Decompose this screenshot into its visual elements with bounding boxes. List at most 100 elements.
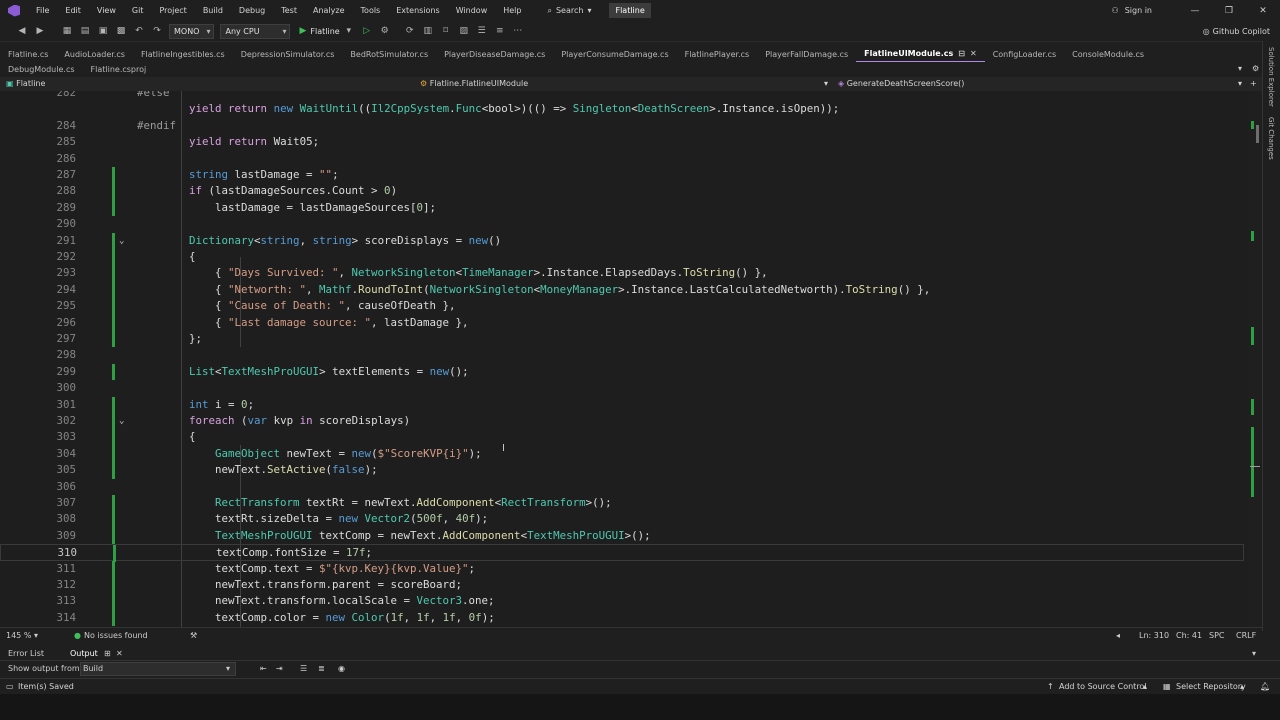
dropdown-up-icon[interactable]: ▴ [1240, 679, 1244, 695]
scroll-thumb[interactable] [1256, 125, 1259, 143]
code-line[interactable]: 305 newText.SetActive(false); [0, 462, 1244, 479]
code-line[interactable]: 309 TextMeshProUGUI textComp = newText.A… [0, 527, 1244, 545]
code-line[interactable]: 307 RectTransform textRt = newText.AddCo… [0, 495, 1244, 512]
code-line[interactable]: 282 #else [0, 91, 1244, 101]
code-line[interactable]: 314 textComp.color = new Color(1f, 1f, 1… [0, 609, 1244, 627]
member-dropdown[interactable]: ◈ GenerateDeathScreenScore() [838, 77, 1238, 91]
indent-icon[interactable]: ☰ [474, 23, 490, 39]
code-line[interactable]: 308 textRt.sizeDelta = new Vector2(500f,… [0, 511, 1244, 528]
class-dropdown[interactable]: ⚙ Flatline.FlatlineUIModule [420, 77, 820, 91]
document-tab[interactable]: FlatlinePlayer.cs [677, 47, 758, 62]
code-line[interactable]: 290 [0, 216, 1244, 232]
member-dropdown-chevron-icon[interactable]: ▾ [824, 77, 828, 91]
menu-item-view[interactable]: View [89, 0, 124, 21]
clear-all-icon[interactable]: ☰ [300, 661, 307, 676]
code-line[interactable]: 288 if (lastDamageSources.Count > 0) [0, 183, 1244, 200]
code-line[interactable]: 284 #endif [0, 118, 1244, 134]
zoom-level[interactable]: 145 % [6, 628, 31, 643]
menu-item-debug[interactable]: Debug [231, 0, 273, 21]
code-line[interactable]: 298 [0, 347, 1244, 363]
code-line[interactable]: 295 { "Cause of Death: ", causeOfDeath }… [0, 298, 1244, 315]
code-line[interactable]: 303 { [0, 429, 1244, 446]
chevron-down-icon[interactable]: ▾ [341, 23, 357, 39]
select-repository-button[interactable]: Select Repository [1176, 679, 1246, 695]
project-dropdown[interactable]: ▣ Flatline [6, 77, 406, 91]
menu-item-git[interactable]: Git [124, 0, 152, 21]
code-line[interactable]: yield return new WaitUntil((Il2CppSystem… [0, 101, 1244, 117]
tab-list-dropdown-icon[interactable]: ▾ [1238, 64, 1242, 73]
undo-icon[interactable]: ↶ [131, 23, 147, 39]
code-line[interactable]: 291 ⌄ Dictionary<string, string> scoreDis… [0, 232, 1244, 249]
toolbar-overflow-icon[interactable]: ⋯ [510, 23, 526, 39]
menu-item-build[interactable]: Build [195, 0, 231, 21]
code-line[interactable]: 294 { "Networth: ", Mathf.RoundToInt(Net… [0, 281, 1244, 299]
save-icon[interactable]: ▣ [95, 23, 111, 39]
document-tab[interactable]: FlatlineUIModule.cs ⊟ ✕ [856, 45, 985, 63]
start-target-button[interactable]: Flatline [310, 27, 339, 36]
document-tab[interactable]: PlayerDiseaseDamage.cs [436, 47, 553, 62]
menu-item-extensions[interactable]: Extensions [388, 0, 447, 21]
menu-item-edit[interactable]: Edit [57, 0, 89, 21]
document-tab[interactable]: BedRotSimulator.cs [342, 47, 436, 62]
github-copilot-button[interactable]: ◎ Github Copilot [1203, 27, 1270, 36]
whitespace-status[interactable]: SPC [1209, 628, 1225, 643]
back-icon[interactable]: ◀ [14, 23, 30, 39]
menu-item-window[interactable]: Window [448, 0, 496, 21]
debug-target-icon[interactable]: ⚙ [377, 23, 393, 39]
menu-item-analyze[interactable]: Analyze [305, 0, 353, 21]
git-changes-tab[interactable]: Git Changes [1267, 117, 1275, 160]
open-folder-icon[interactable]: ▤ [77, 23, 93, 39]
pin-tab-icon[interactable]: ⊟ [958, 49, 965, 58]
code-editor[interactable]: 282 #else yield return new WaitUntil((Il2… [0, 91, 1248, 627]
issues-status[interactable]: No issues found [84, 628, 148, 643]
toggle-scroll-icon[interactable]: ◉ [338, 661, 345, 676]
platform-dropdown[interactable]: Any CPU [220, 23, 291, 39]
document-tab[interactable]: Flatline.csproj [83, 62, 155, 77]
document-tab[interactable]: ConfigLoader.cs [985, 47, 1064, 62]
document-tab[interactable]: Flatline.cs [0, 47, 56, 62]
start-without-debugging-icon[interactable]: ▷ [359, 23, 375, 39]
code-line[interactable]: 312 newText.transform.parent = scoreBoar… [0, 577, 1244, 594]
code-line[interactable]: 311 textComp.text = $"{kvp.Key}{kvp.Valu… [0, 560, 1244, 577]
code-line[interactable]: 299 List<TextMeshProUGUI> textElements =… [0, 363, 1244, 381]
browser-link-icon[interactable]: ⟳ [402, 23, 418, 39]
gear-icon[interactable]: ⚙ [1252, 64, 1259, 73]
comment-icon[interactable]: ▨ [456, 23, 472, 39]
bookmark-icon[interactable]: ⌑ [438, 23, 454, 39]
member-dropdown-arrow-icon[interactable]: ▾ [1238, 77, 1242, 91]
code-line[interactable]: 301 int i = 0; [0, 396, 1244, 413]
line-number-status[interactable]: Ln: 310 [1139, 628, 1169, 643]
document-tab[interactable]: DepressionSimulator.cs [233, 47, 343, 62]
restore-button[interactable]: ❐ [1212, 6, 1246, 16]
prev-message-icon[interactable]: ⇥ [276, 661, 283, 676]
menu-item-project[interactable]: Project [151, 0, 194, 21]
document-tab[interactable]: PlayerConsumeDamage.cs [553, 47, 676, 62]
dropdown-up-icon[interactable]: ▴ [1143, 679, 1147, 695]
tab-error-list[interactable]: Error List [8, 646, 44, 661]
notifications-icon[interactable]: 🔔︎ [1260, 679, 1270, 695]
code-line[interactable]: 296 { "Last damage source: ", lastDamage… [0, 314, 1244, 331]
column-status[interactable]: Ch: 41 [1176, 628, 1202, 643]
scroll-left-icon[interactable]: ◂ [1116, 628, 1120, 643]
word-wrap-icon[interactable]: ≣ [318, 661, 325, 676]
code-line[interactable]: 306 [0, 479, 1244, 495]
add-to-source-control-button[interactable]: Add to Source Control [1059, 679, 1147, 695]
output-source-dropdown[interactable]: Build [80, 662, 236, 676]
document-tab[interactable]: FlatlineIngestibles.cs [133, 47, 233, 62]
menu-item-tools[interactable]: Tools [353, 0, 389, 21]
document-tab[interactable]: AudioLoader.cs [56, 47, 133, 62]
split-icon[interactable]: + [1250, 77, 1257, 91]
code-line[interactable]: 293 { "Days Survived: ", NetworkSingleto… [0, 265, 1244, 282]
code-line[interactable]: 304 GameObject newText = new($"ScoreKVP{… [0, 445, 1244, 463]
redo-icon[interactable]: ↷ [149, 23, 165, 39]
fold-chevron-icon[interactable]: ⌄ [119, 233, 124, 249]
configuration-dropdown[interactable]: MONO [169, 23, 215, 39]
minimize-button[interactable]: — [1178, 6, 1212, 16]
code-line[interactable]: 292 { [0, 249, 1244, 266]
document-tab[interactable]: PlayerFallDamage.cs [757, 47, 856, 62]
fold-chevron-icon[interactable]: ⌄ [119, 413, 124, 429]
zoom-dropdown-icon[interactable]: ▾ [34, 628, 38, 643]
code-line[interactable]: 287 string lastDamage = ""; [0, 167, 1244, 184]
save-all-icon[interactable]: ▩ [113, 23, 129, 39]
code-line[interactable]: 310 textComp.fontSize = 17f; [0, 544, 1244, 562]
